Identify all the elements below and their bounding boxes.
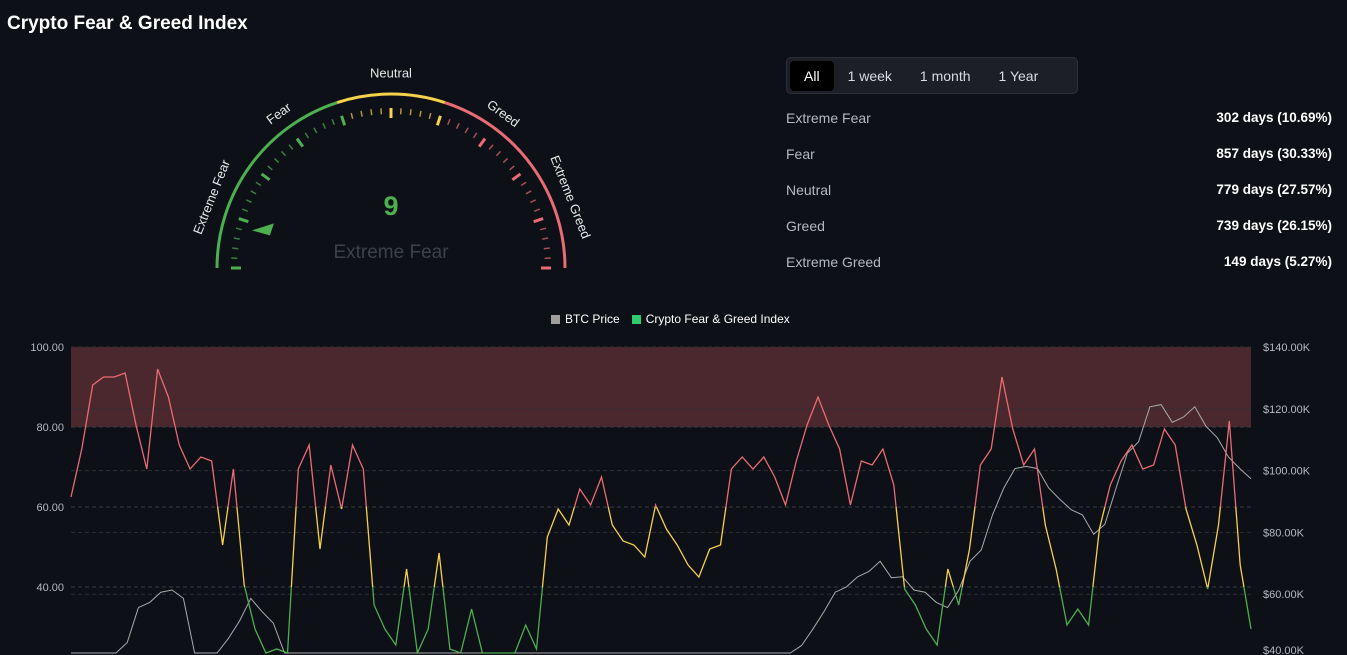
right-tick-label: $120.00K [1263, 404, 1311, 416]
stat-label: Greed [786, 218, 825, 234]
history-chart: 100.00 80.00 60.00 40.00 $140.00K $120.00K $10… [30, 342, 1311, 655]
legend-fgi[interactable]: Crypto Fear & Greed Index [631, 312, 790, 326]
gauge-tick [241, 208, 249, 213]
stats-list: Extreme Fear 302 days (10.69%) Fear 857 da… [786, 110, 1332, 290]
gauge-tick [435, 115, 442, 126]
stat-value: 149 days (5.27%) [1223, 254, 1332, 269]
stat-value: 857 days (30.33%) [1216, 146, 1332, 161]
gauge-tick [495, 150, 502, 157]
gauge-zone-label: Fear [263, 99, 294, 127]
stat-label: Neutral [786, 182, 832, 198]
gauge-tick [360, 110, 363, 117]
gauge-tick [542, 237, 549, 240]
gauge-tick [530, 199, 537, 204]
gauge-tick [419, 110, 422, 117]
gauge-tick [455, 122, 460, 129]
gauge-tick [238, 217, 249, 224]
gauge-tick [409, 109, 412, 116]
tab-1-month[interactable]: 1 month [906, 61, 985, 91]
legend-label: Crypto Fear & Greed Index [645, 312, 790, 326]
gauge-tick [322, 122, 327, 129]
gauge-tick [235, 227, 243, 231]
stat-value: 739 days (26.15%) [1216, 218, 1332, 233]
stat-label: Extreme Fear [786, 110, 871, 126]
gauge-tick [313, 127, 318, 134]
gauge-label: Extreme Fear [333, 242, 449, 263]
gauge-tick [350, 112, 354, 120]
gauge-tick [477, 137, 487, 148]
gauge-tick [509, 165, 515, 171]
gauge-tick [280, 150, 287, 157]
left-tick-label: 80.00 [36, 422, 64, 434]
gauge-tick [255, 181, 262, 187]
gauge-tick [539, 227, 547, 231]
gauge-tick [331, 118, 336, 126]
stat-row: Extreme Greed 149 days (5.27%) [786, 254, 1332, 290]
gauge-tick [511, 172, 522, 182]
gauge-tick [295, 137, 305, 148]
extreme-greed-band [71, 347, 1251, 427]
chart-legend: BTC Price Crypto Fear & Greed Index [551, 312, 790, 326]
gauge-tick [267, 165, 273, 171]
gauge-tick [245, 199, 252, 204]
gauge-arc-greed [444, 101, 567, 269]
gauge-tick [543, 247, 550, 250]
gauge-tick [464, 127, 469, 134]
gauge-tick [304, 132, 310, 139]
stat-value: 302 days (10.69%) [1216, 110, 1332, 125]
right-tick-label: $60.00K [1263, 589, 1305, 601]
gauge-pointer-icon [251, 223, 274, 236]
gauge-tick [233, 237, 240, 240]
stat-row: Extreme Fear 302 days (10.69%) [786, 110, 1332, 146]
gauge-tick [525, 190, 532, 195]
gauge-tick [446, 118, 451, 126]
gauge-zone-label: Extreme Fear [190, 157, 233, 236]
stat-value: 779 days (27.57%) [1216, 182, 1332, 197]
right-tick-label: $140.00K [1263, 342, 1311, 354]
gauge-tick [428, 112, 432, 120]
fear-greed-gauge: Extreme FearFearNeutralGreedExtreme Gree… [190, 65, 594, 270]
stat-label: Fear [786, 146, 815, 162]
stat-label: Extreme Greed [786, 254, 881, 270]
legend-swatch-gray [551, 315, 560, 324]
gauge-tick [370, 109, 373, 116]
gauge-tick [288, 144, 294, 150]
tab-all[interactable]: All [790, 60, 834, 91]
page-title: Crypto Fear & Greed Index [7, 13, 248, 34]
gauge-tick [232, 247, 239, 250]
tab-1-year[interactable]: 1 Year [985, 61, 1053, 91]
gauge-tick [260, 172, 271, 182]
right-tick-label: $80.00K [1263, 527, 1305, 539]
right-tick-label: $100.00K [1263, 466, 1311, 478]
legend-swatch-green [631, 315, 641, 324]
gauge-value: 9 [383, 191, 398, 221]
gauge-tick [520, 181, 527, 187]
left-tick-label: 60.00 [36, 502, 64, 514]
gauge-tick [340, 115, 347, 126]
time-range-tabs: All 1 week 1 month 1 Year [786, 57, 1078, 94]
gauge-tick [273, 157, 280, 164]
gauge-tick [533, 208, 541, 213]
gauge-tick [250, 190, 257, 195]
legend-label: BTC Price [565, 312, 620, 326]
right-tick-label: $40.00K [1263, 645, 1305, 655]
left-tick-label: 100.00 [30, 342, 64, 354]
tab-1-week[interactable]: 1 week [834, 61, 906, 91]
legend-btc[interactable]: BTC Price [551, 312, 620, 326]
gauge-tick [472, 132, 478, 139]
left-tick-label: 40.00 [36, 582, 64, 594]
stat-row: Neutral 779 days (27.57%) [786, 182, 1332, 218]
stat-row: Fear 857 days (30.33%) [786, 146, 1332, 182]
gauge-tick [502, 157, 509, 164]
stat-row: Greed 739 days (26.15%) [786, 218, 1332, 254]
gauge-zone-label: Extreme Greed [547, 153, 593, 240]
gauge-tick [488, 144, 494, 150]
gauge-arc-fear [215, 101, 338, 269]
gauge-arc-neutral [336, 92, 446, 104]
gauge-zone-label: Neutral [370, 65, 412, 80]
gauge-tick [533, 217, 544, 224]
